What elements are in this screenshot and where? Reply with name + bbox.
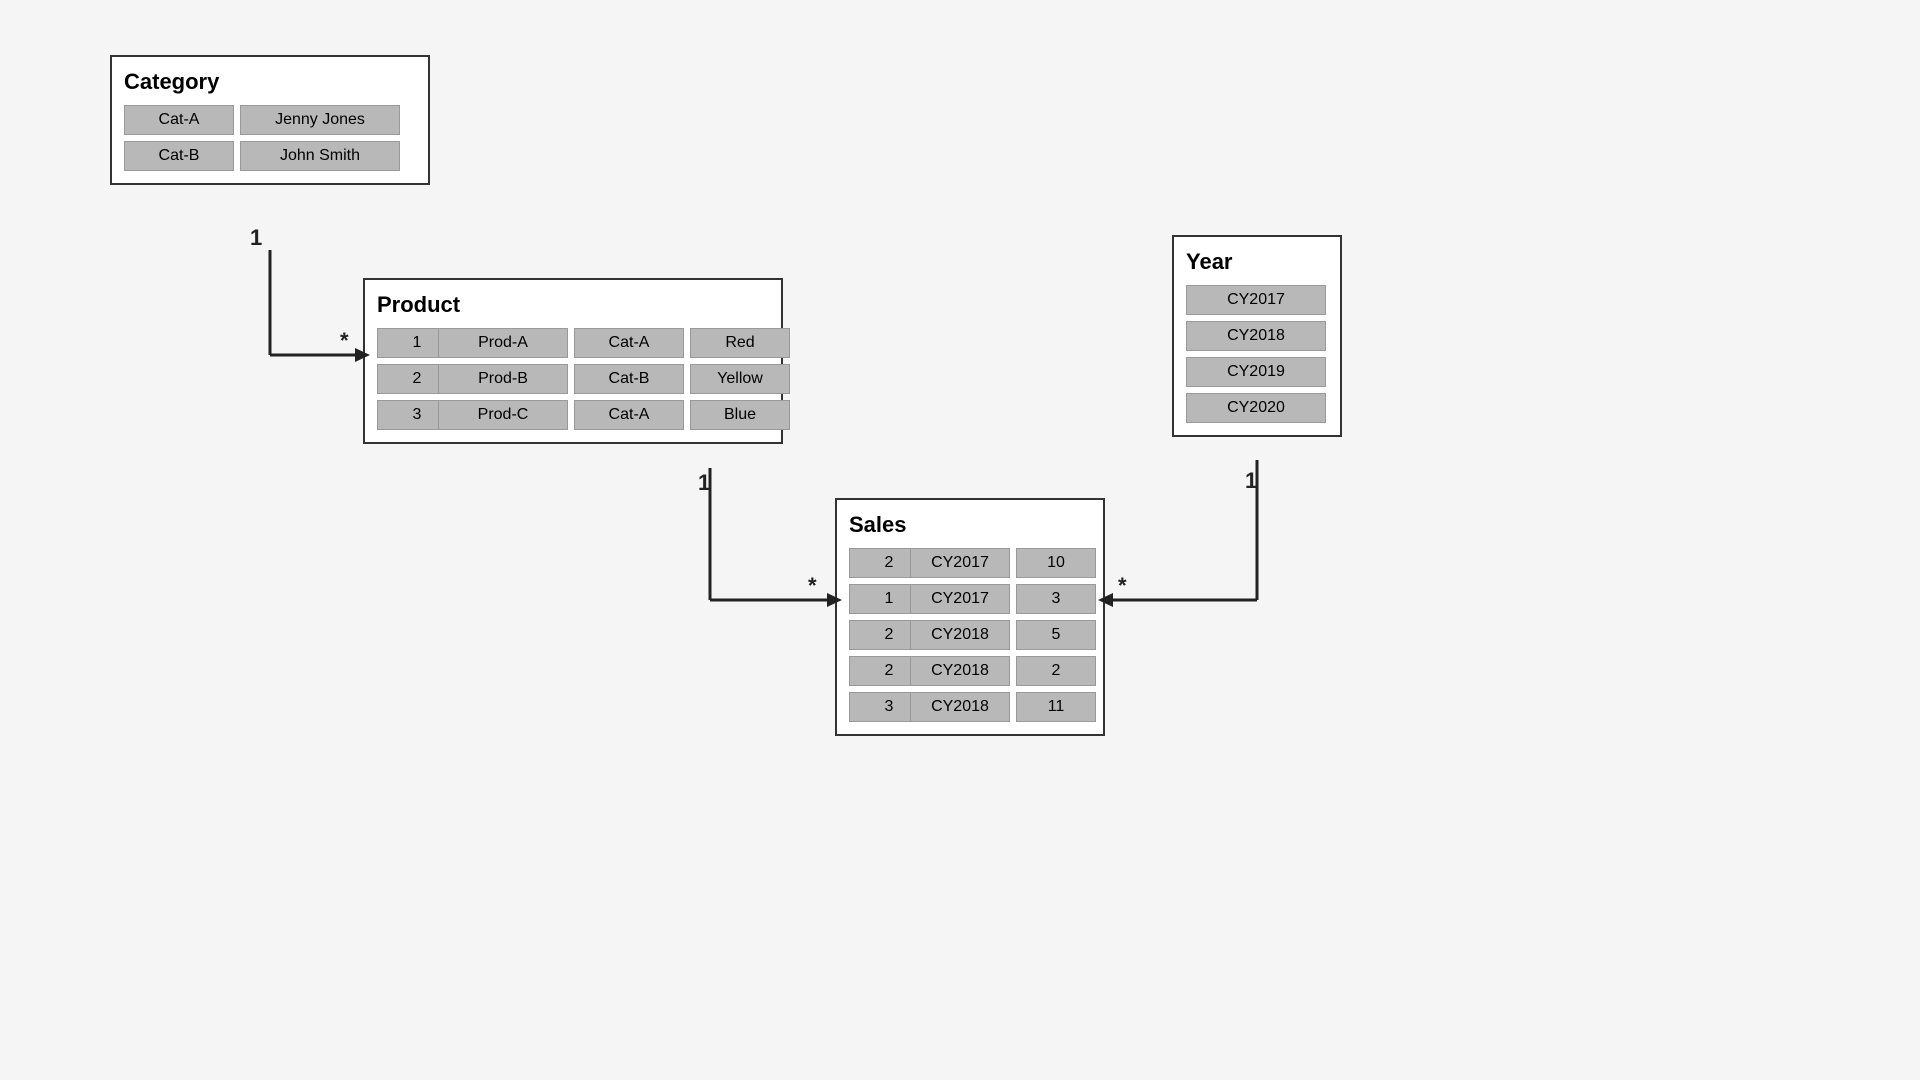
prod-row2-name: Prod-B <box>438 364 568 394</box>
jenny-jones-cell: Jenny Jones <box>240 105 400 135</box>
product-grid: 1 Prod-A Cat-A Red 2 Prod-B Cat-B Yellow… <box>377 328 769 430</box>
sales-grid: 2 CY2017 10 1 CY2017 3 2 CY2018 5 2 CY20… <box>849 548 1091 722</box>
year-grid: CY2017 CY2018 CY2019 CY2020 <box>1186 285 1328 423</box>
svg-text:1: 1 <box>698 470 710 495</box>
sales-box: Sales 2 CY2017 10 1 CY2017 3 2 CY2018 5 … <box>835 498 1105 736</box>
year-cy2017: CY2017 <box>1186 285 1326 315</box>
svg-text:*: * <box>1118 573 1127 598</box>
year-box: Year CY2017 CY2018 CY2019 CY2020 <box>1172 235 1342 437</box>
sales-r3-val: 5 <box>1016 620 1096 650</box>
sales-r2-val: 3 <box>1016 584 1096 614</box>
sales-r5-year: CY2018 <box>910 692 1010 722</box>
svg-text:1: 1 <box>1245 468 1257 493</box>
svg-text:*: * <box>808 573 817 598</box>
sales-r4-year: CY2018 <box>910 656 1010 686</box>
sales-r1-year: CY2017 <box>910 548 1010 578</box>
year-cy2018: CY2018 <box>1186 321 1326 351</box>
prod-row1-cat: Cat-A <box>574 328 684 358</box>
year-cy2020: CY2020 <box>1186 393 1326 423</box>
year-cy2019: CY2019 <box>1186 357 1326 387</box>
prod-row3-name: Prod-C <box>438 400 568 430</box>
sales-r2-year: CY2017 <box>910 584 1010 614</box>
svg-text:1: 1 <box>250 225 262 250</box>
prod-row2-cat: Cat-B <box>574 364 684 394</box>
prod-row2-color: Yellow <box>690 364 790 394</box>
prod-row1-name: Prod-A <box>438 328 568 358</box>
sales-r1-val: 10 <box>1016 548 1096 578</box>
category-title: Category <box>124 69 416 95</box>
category-box: Category Cat-A Jenny Jones Cat-B John Sm… <box>110 55 430 185</box>
category-grid: Cat-A Jenny Jones Cat-B John Smith <box>124 105 416 171</box>
sales-title: Sales <box>849 512 1091 538</box>
sales-r5-val: 11 <box>1016 692 1096 722</box>
cat-a-cell: Cat-A <box>124 105 234 135</box>
product-box: Product 1 Prod-A Cat-A Red 2 Prod-B Cat-… <box>363 278 783 444</box>
prod-row1-color: Red <box>690 328 790 358</box>
sales-r4-val: 2 <box>1016 656 1096 686</box>
cat-b-cell: Cat-B <box>124 141 234 171</box>
svg-text:*: * <box>340 328 349 353</box>
sales-r3-year: CY2018 <box>910 620 1010 650</box>
prod-row3-cat: Cat-A <box>574 400 684 430</box>
product-title: Product <box>377 292 769 318</box>
prod-row3-color: Blue <box>690 400 790 430</box>
john-smith-cell: John Smith <box>240 141 400 171</box>
year-title: Year <box>1186 249 1328 275</box>
